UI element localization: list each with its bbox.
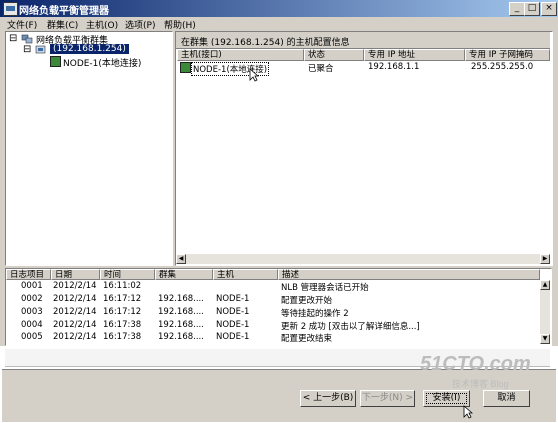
log-date: 2012/2/14 [53,294,97,304]
log-col-description[interactable]: 描述 [278,269,540,280]
log-entry-id: 0005 [21,332,43,342]
close-button[interactable]: × [541,2,557,16]
log-vscrollbar[interactable]: ▲ ▼ [540,280,550,344]
tree-cluster-node[interactable]: (192.168.1.254) [50,44,129,54]
log-cluster: 192.168.... [158,332,204,342]
log-host: NODE-1 [216,332,250,342]
scroll-left-icon[interactable]: ◀ [176,254,186,264]
log-date: 2012/2/14 [53,320,97,330]
log-date: 2012/2/14 [53,281,97,291]
menu-bar: 文件(F) 群集(C) 主机(O) 选项(P) 帮助(H) [0,17,558,31]
log-description: 等待挂起的操作 2 [281,309,349,319]
log-row[interactable]: 0003 2012/2/14 16:17:12 192.168.... NODE… [6,307,540,319]
log-col-cluster[interactable]: 群集 [155,269,213,280]
log-date: 2012/2/14 [53,307,97,317]
log-time: 16:17:38 [103,332,142,342]
log-cluster: 192.168.... [158,320,204,330]
menu-file[interactable]: 文件(F) [7,18,37,31]
scroll-right-icon[interactable]: ▶ [540,254,550,264]
next-button[interactable]: 下一步(N) > [360,390,415,407]
log-description: NLB 管理器会话已开始 [281,283,369,293]
maximize-button[interactable]: □ [524,2,540,16]
log-col-time[interactable]: 时间 [100,269,155,280]
cell-ip: 192.168.1.1 [368,62,420,72]
host-node-icon [50,56,61,67]
menu-help[interactable]: 帮助(H) [164,18,196,31]
col-dedicated-ip[interactable]: 专用 IP 地址 [364,49,465,61]
back-button[interactable]: < 上一步(B) [300,390,356,407]
log-host: NODE-1 [216,307,250,317]
details-hscrollbar[interactable]: ◀ ▶ [176,254,550,264]
log-cluster: 192.168.... [158,294,204,304]
log-entry-id: 0003 [21,307,43,317]
minimize-button[interactable]: _ [509,2,525,16]
cluster-group-icon [21,34,33,44]
details-header-text: 在群集 (192.168.1.254) 的主机配置信息 [181,38,350,48]
log-col-entry[interactable]: 日志项目 [6,269,51,280]
app-icon [3,2,18,16]
log-cluster: 192.168.... [158,307,204,317]
log-col-date[interactable]: 日期 [51,269,100,280]
mouse-pointer-icon [463,405,474,422]
log-row[interactable]: 0004 2012/2/14 16:17:38 192.168.... NODE… [6,320,540,332]
mouse-cursor-icon [249,68,260,85]
tree-host-node[interactable]: NODE-1(本地连接) [63,56,141,69]
cell-status: 已聚合 [308,64,334,74]
menu-host[interactable]: 主机(O) [86,18,118,31]
cell-mask: 255.255.255.0 [471,62,534,72]
host-status-icon [180,62,191,73]
log-row[interactable]: 0002 2012/2/14 16:17:12 192.168.... NODE… [6,294,540,306]
log-col-host[interactable]: 主机 [213,269,278,280]
log-description: 更新 2 成功 [双击以了解详细信息...] [281,322,420,332]
tree-collapse-icon[interactable]: ⊟ [9,33,17,44]
log-time: 16:11:02 [103,281,142,291]
log-time: 16:17:38 [103,320,142,330]
col-host-interface[interactable]: 主机(接口) [177,49,304,61]
log-entry-id: 0001 [21,281,43,291]
menu-options[interactable]: 选项(P) [125,18,155,31]
log-host: NODE-1 [216,294,250,304]
table-row[interactable]: NODE-1(本地连接) 已聚合 192.168.1.1 255.255.255… [177,61,550,76]
watermark-logo: 51CTO.com [420,353,531,375]
window-title: 网络负载平衡管理器 [19,6,109,17]
log-time: 16:17:12 [103,307,142,317]
scroll-down-icon[interactable]: ▼ [540,334,550,344]
log-date: 2012/2/14 [53,332,97,342]
log-description: 配置更改开始 [281,296,333,306]
menu-cluster[interactable]: 群集(C) [47,18,78,31]
watermark-sub: 技术博客 Blog [452,379,509,389]
cluster-icon [35,45,47,55]
col-subnet-mask[interactable]: 专用 IP 子网掩码 [465,49,550,61]
log-row[interactable]: 0005 2012/2/14 16:17:38 192.168.... NODE… [6,332,540,344]
col-status[interactable]: 状态 [304,49,364,61]
log-row[interactable]: 0001 2012/2/14 16:11:02 NLB 管理器会话已开始 [6,281,540,293]
cancel-button[interactable]: 取消 [483,390,530,407]
log-description: 配置更改结束 [281,334,333,344]
log-entry-id: 0002 [21,294,43,304]
log-time: 16:17:12 [103,294,142,304]
log-entry-id: 0004 [21,320,43,330]
scroll-up-icon[interactable]: ▲ [540,280,550,290]
cluster-collapse-icon[interactable]: ⊟ [23,44,31,55]
log-host: NODE-1 [216,320,250,330]
